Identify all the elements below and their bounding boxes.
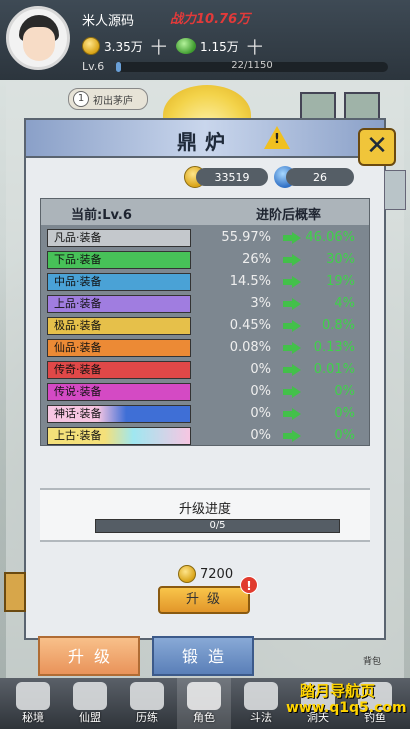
nav-item[interactable]: 角色 <box>177 678 231 729</box>
current-level-header: 当前:Lv.6 <box>71 208 132 223</box>
nav-character-icon <box>187 682 221 710</box>
quality-badge: 上古·装备 <box>47 427 191 445</box>
nav-item[interactable]: 斗法 <box>234 678 288 729</box>
dialog-title: 鼎炉 <box>177 130 233 154</box>
player-level: Lv.6 <box>82 60 105 73</box>
table-row: 神话·装备 0% 0% <box>41 403 369 425</box>
table-header: 当前:Lv.6 进阶后概率 <box>41 199 369 225</box>
nav-label: 角色 <box>193 711 215 724</box>
nav-label: 斗法 <box>250 711 272 724</box>
warning-icon[interactable]: ! <box>264 126 290 150</box>
table-row: 中品·装备 14.5% 19% <box>41 271 369 293</box>
current-probability: 0% <box>250 428 271 443</box>
side-tab-right[interactable] <box>384 170 406 210</box>
jade-icon <box>176 38 196 54</box>
probability-table: 当前:Lv.6 进阶后概率 凡品·装备 55.97% 46.06% 下品·装备 26% 3… <box>40 198 370 446</box>
current-probability: 0.45% <box>229 318 271 333</box>
current-probability: 14.5% <box>229 274 271 289</box>
current-probability: 26% <box>242 252 271 267</box>
advanced-probability: 19% <box>326 274 355 289</box>
watermark-title: 踏月导航页 <box>300 682 376 700</box>
chushou-label: 初出茅庐 <box>93 95 133 107</box>
advanced-probability: 30% <box>326 252 355 267</box>
alert-badge: ! <box>240 576 258 594</box>
gold-resource: 3.35万 十 <box>82 34 167 58</box>
table-row: 上品·装备 3% 4% <box>41 293 369 315</box>
nav-character-icon <box>73 682 107 710</box>
table-row: 上古·装备 0% 0% <box>41 425 369 447</box>
quality-badge: 下品·装备 <box>47 251 191 269</box>
quality-badge: 凡品·装备 <box>47 229 191 247</box>
upgrade-progress-bar: 0/5 <box>95 519 340 533</box>
nav-character-icon <box>16 682 50 710</box>
quality-badge: 仙品·装备 <box>47 339 191 357</box>
chushou-tag[interactable]: 1 初出茅庐 <box>68 88 148 110</box>
nav-item[interactable]: 仙盟 <box>63 678 117 729</box>
tab-upgrade[interactable]: 升级 <box>38 636 140 676</box>
jade-amount: 1.15万 <box>200 39 239 54</box>
table-row: 传说·装备 0% 0% <box>41 381 369 403</box>
advanced-probability-header: 进阶后概率 <box>256 208 322 223</box>
advanced-probability: 0.13% <box>313 340 355 355</box>
table-row: 传奇·装备 0% 0.01% <box>41 359 369 381</box>
table-row: 下品·装备 26% 30% <box>41 249 369 271</box>
quality-badge: 上品·装备 <box>47 295 191 313</box>
nav-label: 仙盟 <box>79 711 101 724</box>
advanced-probability: 0% <box>334 406 355 421</box>
side-tab-left[interactable] <box>4 572 26 612</box>
bag-label[interactable]: 背包 <box>363 654 381 667</box>
exp-text: 22/1150 <box>231 60 273 71</box>
nav-item[interactable]: 历练 <box>120 678 174 729</box>
cost-amount: 7200 <box>200 566 234 582</box>
advanced-probability: 0.8% <box>321 318 355 333</box>
current-probability: 0% <box>250 384 271 399</box>
table-row: 仙品·装备 0.08% 0.13% <box>41 337 369 359</box>
nav-character-icon <box>130 682 164 710</box>
nav-character-icon <box>244 682 278 710</box>
quality-badge: 传奇·装备 <box>47 361 191 379</box>
nav-label: 秘境 <box>22 711 44 724</box>
tab-forge[interactable]: 锻造 <box>152 636 254 676</box>
jade-resource: 1.15万 十 <box>176 34 263 58</box>
current-probability: 0% <box>250 406 271 421</box>
player-name: 米人源码 <box>82 14 135 29</box>
current-probability: 3% <box>250 296 271 311</box>
advanced-probability: 0.01% <box>313 362 355 377</box>
watermark-url: www.q1q5.com <box>286 700 407 716</box>
current-probability: 55.97% <box>221 230 271 245</box>
table-row: 极品·装备 0.45% 0.8% <box>41 315 369 337</box>
quality-badge: 传说·装备 <box>47 383 191 401</box>
coin-icon <box>178 565 196 583</box>
quality-badge: 神话·装备 <box>47 405 191 423</box>
close-button[interactable]: ✕ <box>358 128 396 166</box>
nav-label: 历练 <box>136 711 158 724</box>
table-row: 凡品·装备 55.97% 46.06% <box>41 227 369 249</box>
advanced-probability: 0% <box>334 428 355 443</box>
player-avatar[interactable] <box>6 6 70 70</box>
nav-item[interactable]: 秘境 <box>6 678 60 729</box>
progress-text: 0/5 <box>209 520 226 531</box>
quality-badge: 极品·装备 <box>47 317 191 335</box>
current-probability: 0.08% <box>229 340 271 355</box>
add-gold-button[interactable]: 十 <box>151 34 167 58</box>
current-probability: 0% <box>250 362 271 377</box>
gem-balance: 26 <box>286 168 354 186</box>
avatar-face <box>23 27 55 61</box>
coin-balance: 33519 <box>196 168 268 186</box>
combat-power: 战力10.76万 <box>170 12 251 27</box>
advanced-probability: 0% <box>334 384 355 399</box>
chushou-number: 1 <box>73 91 89 107</box>
quality-badge: 中品·装备 <box>47 273 191 291</box>
upgrade-button[interactable]: 升级 <box>158 586 250 614</box>
exp-bar: 22/1150 <box>116 60 388 72</box>
upgrade-cost: 7200 <box>178 565 233 583</box>
add-jade-button[interactable]: 十 <box>247 34 263 58</box>
advanced-probability: 46.06% <box>305 230 355 245</box>
progress-title: 升级进度 <box>178 502 231 517</box>
advanced-probability: 4% <box>334 296 355 311</box>
gold-coin-icon <box>82 37 100 55</box>
gold-amount: 3.35万 <box>104 39 143 54</box>
